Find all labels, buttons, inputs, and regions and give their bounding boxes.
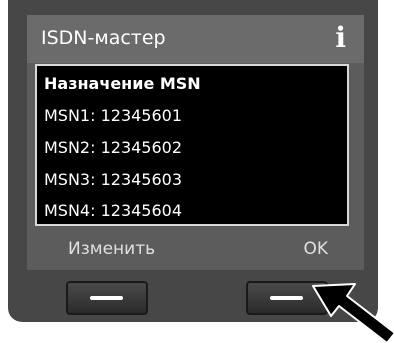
phone-display-figure: ISDN-мастер i Назначение MSN MSN1: 12345…: [0, 0, 394, 343]
info-icon: i: [335, 21, 346, 54]
list-item[interactable]: MSN4: 12345604: [44, 201, 182, 220]
title-bar: ISDN-мастер i: [27, 15, 364, 63]
right-softkey-button[interactable]: [246, 281, 328, 315]
softkey-right-label: OK: [303, 239, 328, 259]
list-header: Назначение MSN: [44, 74, 201, 93]
list-item[interactable]: MSN3: 12345603: [44, 170, 182, 189]
left-softkey-button[interactable]: [66, 281, 148, 315]
msn-list: Назначение MSN MSN1: 12345601 MSN2: 1234…: [35, 64, 349, 226]
list-item[interactable]: MSN2: 12345602: [44, 138, 182, 157]
list-item[interactable]: MSN1: 12345601: [44, 106, 182, 125]
screen-title: ISDN-мастер: [41, 27, 166, 49]
softkey-bar: Изменить OK: [27, 231, 364, 270]
softkey-left-label: Изменить: [68, 239, 156, 259]
display-screen: ISDN-мастер i Назначение MSN MSN1: 12345…: [27, 15, 364, 270]
